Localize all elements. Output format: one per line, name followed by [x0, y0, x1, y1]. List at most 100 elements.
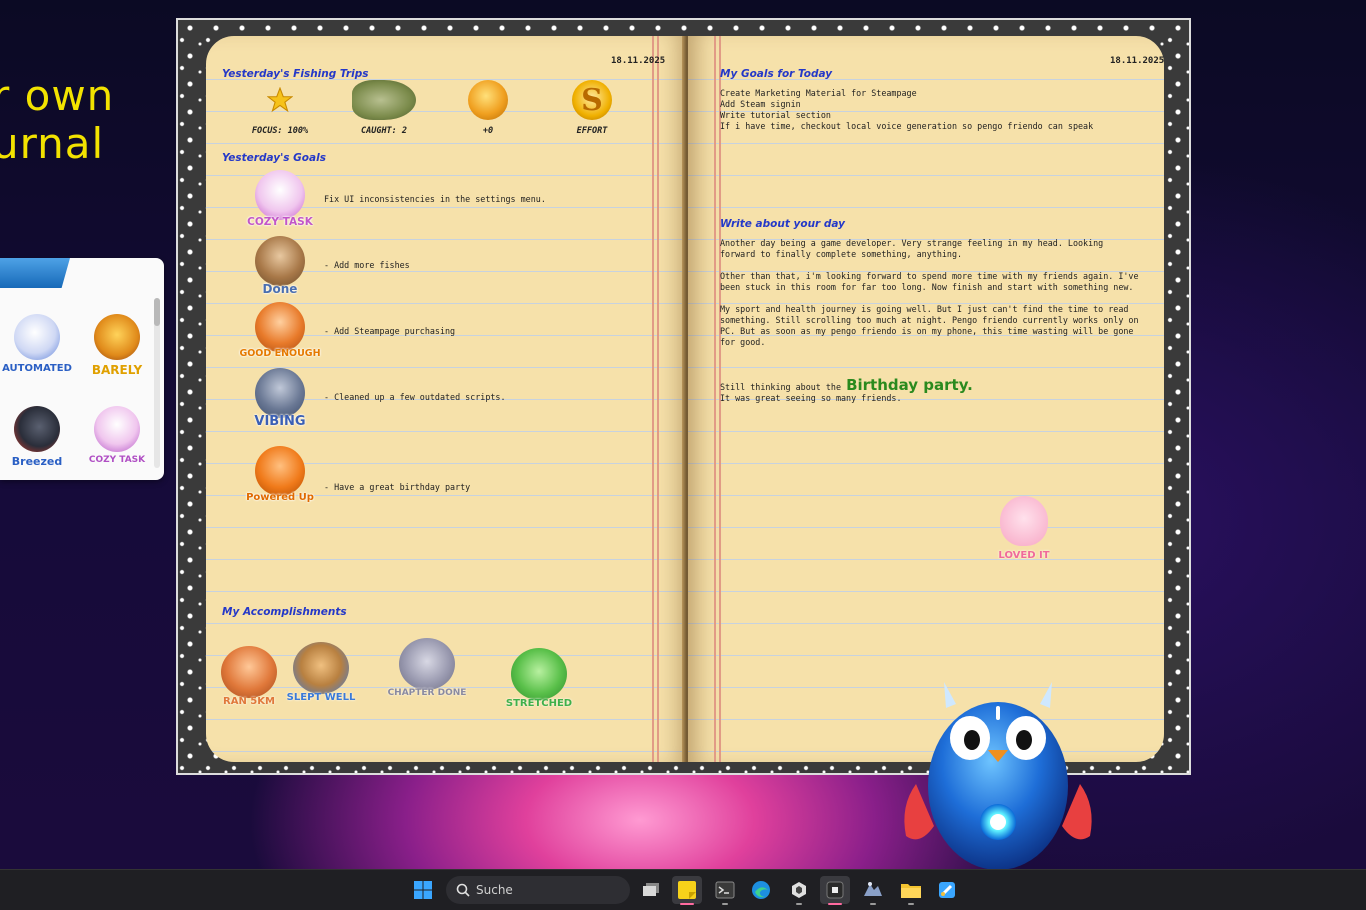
promo-line: r own: [0, 71, 115, 120]
sticker-label: BARELY: [91, 363, 143, 377]
otter-icon: [255, 236, 305, 286]
sticker-loved-it: LOVED IT: [984, 496, 1064, 561]
sticker-label: Breezed: [11, 455, 63, 468]
goal-text: - Have a great birthday party: [324, 482, 471, 492]
sticker-label: COZY TASK: [88, 455, 146, 465]
goal-text: - Add Steampage purchasing: [324, 326, 456, 336]
fish-icon: [352, 80, 416, 120]
yesterdays-goals-title: Yesterday's Goals: [222, 152, 326, 164]
frog-icon: [511, 648, 567, 700]
coins-icon: [468, 80, 508, 120]
day-entry-paragraph: Another day being a game developer. Very…: [720, 238, 1104, 259]
start-button[interactable]: [408, 876, 438, 904]
promo-text: r own urnal: [0, 72, 114, 168]
dark-app-button[interactable]: [820, 876, 850, 905]
rat-book-icon: [399, 638, 455, 690]
goal-sticker-label: Powered Up: [246, 492, 314, 503]
sticker-panel-tab[interactable]: [0, 258, 70, 288]
sticker-breezed[interactable]: Breezed: [6, 406, 68, 476]
search-icon: [456, 883, 470, 897]
today-goal: Create Marketing Material for Steampage: [720, 88, 917, 98]
day-entry-paragraph: Other than that, i'm looking forward to …: [720, 271, 1139, 292]
day-entry[interactable]: Another day being a game developer. Very…: [720, 238, 1140, 404]
sticky-notes-button[interactable]: [672, 876, 702, 905]
dev-tool-button[interactable]: [858, 876, 888, 905]
right-page-date: 18.11.2025: [1110, 56, 1165, 66]
paint-icon: [939, 882, 955, 898]
effort-stat-label: EFFORT: [576, 126, 608, 136]
windows-start-icon: [414, 881, 432, 899]
cat-hero-icon: [14, 406, 60, 452]
promo-line: urnal: [0, 119, 105, 168]
goal-text: Fix UI inconsistencies in the settings m…: [324, 194, 546, 204]
dark-app-icon: [826, 881, 844, 899]
sticker-cozy-task[interactable]: COZY TASK: [86, 406, 148, 476]
day-entry-paragraph: Still thinking about the Birthday party.: [720, 378, 1140, 393]
focus-stat: FOCUS: 100%: [240, 80, 320, 136]
bunny-hearts-icon: [1000, 496, 1048, 546]
taskbar-search[interactable]: Suche: [446, 876, 630, 904]
task-view-icon: [643, 883, 659, 896]
right-page: 18.11.2025 My Goals for Today Create Mar…: [688, 36, 1164, 762]
penguin-mascot-icon[interactable]: [896, 676, 1100, 872]
taskbar: Suche: [0, 869, 1366, 910]
goal-text: - Add more fishes: [324, 260, 410, 270]
sticker-vibing: VIBING: [242, 368, 318, 434]
accomplishment-sticker: SLEPT WELL: [276, 642, 366, 703]
paint-button[interactable]: [932, 876, 962, 904]
left-page-date: 18.11.2025: [611, 56, 666, 66]
goal-row: VIBING - Cleaned up a few outdated scrip…: [242, 368, 682, 434]
sticker-label: AUTOMATED: [2, 363, 72, 374]
edge-browser-icon: [752, 881, 770, 899]
fishing-trips-title: Yesterday's Fishing Trips: [222, 68, 369, 80]
tired-fox-icon: [94, 314, 140, 360]
goal-row: COZY TASK Fix UI inconsistencies in the …: [242, 170, 682, 236]
day-entry-text: Still thinking about the: [720, 382, 842, 392]
today-goal: If i have time, checkout local voice gen…: [720, 121, 1094, 131]
red-panda-icon: [255, 302, 305, 352]
edge-button[interactable]: [746, 876, 776, 904]
accomplishments-title: My Accomplishments: [222, 606, 347, 618]
terminal-icon: [715, 881, 735, 899]
effort-stat: S EFFORT: [552, 80, 632, 136]
sticker-cozy-task: COZY TASK: [242, 170, 318, 236]
journal-book: 18.11.2025 Yesterday's Fishing Trips FOC…: [176, 18, 1191, 775]
accomplishment-sticker: CHAPTER DONE: [382, 638, 472, 698]
sticker-panel-scrollbar[interactable]: [154, 298, 160, 468]
goal-sticker-label: COZY TASK: [247, 216, 313, 228]
file-explorer-icon: [901, 884, 921, 898]
accomplishment-label: RAN 5KM: [223, 696, 275, 707]
goal-sticker-label: Done: [262, 282, 298, 296]
s-badge-icon: S: [572, 80, 612, 120]
caught-stat-label: CAUGHT: 2: [360, 126, 408, 136]
file-explorer-button[interactable]: [896, 876, 926, 905]
squirrel-icon: [255, 446, 305, 496]
accomplishment-label: CHAPTER DONE: [387, 688, 467, 698]
write-day-title: Write about your day: [720, 218, 845, 230]
bear-moon-icon: [293, 642, 349, 694]
dev-tool-icon: [864, 882, 882, 896]
coins-stat-label: +0: [482, 126, 494, 136]
fox-running-icon: [221, 646, 277, 698]
unity-icon: [792, 882, 806, 898]
unity-button[interactable]: [784, 876, 814, 905]
goal-text: - Cleaned up a few outdated scripts.: [324, 392, 506, 402]
goal-sticker-label: VIBING: [254, 414, 306, 429]
bunny-robot-arm-icon: [14, 314, 60, 360]
accomplishment-label: SLEPT WELL: [286, 692, 356, 703]
cat-headphones-icon: [255, 368, 305, 418]
coins-stat: +0: [448, 80, 528, 136]
task-view-button[interactable]: [636, 876, 666, 904]
sticker-barely[interactable]: BARELY: [86, 314, 148, 384]
bunny-blanket-icon: [94, 406, 140, 452]
today-goal: Add Steam signin: [720, 99, 801, 109]
left-page: 18.11.2025 Yesterday's Fishing Trips FOC…: [206, 36, 688, 762]
today-goal: Write tutorial section: [720, 110, 831, 120]
sticker-good-enough: GOOD ENOUGH: [239, 302, 321, 368]
sticker-panel: AUTOMATED BARELY Breezed COZY TASK: [0, 258, 164, 480]
sticker-powered-up: Powered Up: [242, 446, 318, 512]
terminal-button[interactable]: [710, 876, 740, 905]
sticker-done: Done: [242, 236, 318, 302]
goal-row: Powered Up - Have a great birthday party: [242, 446, 682, 512]
sticker-automated[interactable]: AUTOMATED: [2, 314, 72, 384]
